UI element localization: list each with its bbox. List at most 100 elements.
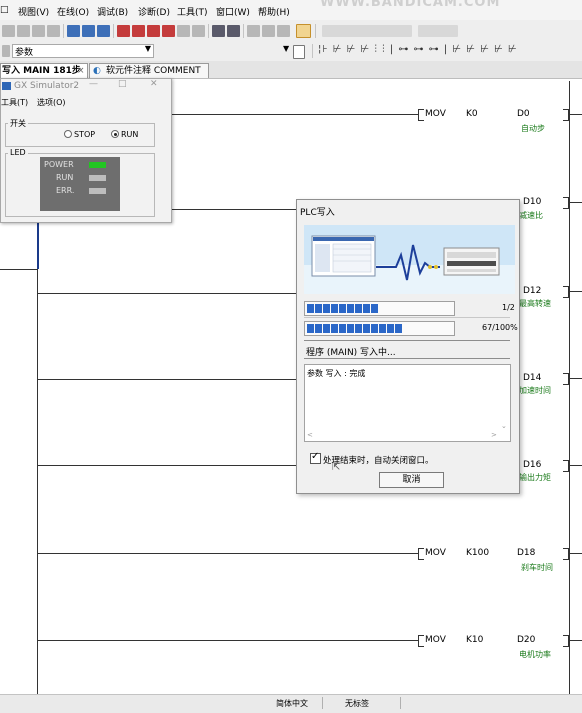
minimize-icon[interactable]: — — [89, 79, 98, 89]
ladder-symbol-buttons[interactable]: ¦⊦ ⊬ ⊬ ⊬ ⫶ ⫶ | ⊶ ⊶ ⊶ | ⊬ ⊬ ⊬ ⊬ ⊬ — [318, 44, 518, 55]
close-icon[interactable]: × — [77, 64, 85, 78]
rung-wire — [568, 114, 582, 115]
toolbar-disabled-group — [418, 25, 458, 37]
led-run-label: RUN — [56, 173, 74, 182]
rung-destination[interactable]: D20 — [517, 635, 535, 645]
menu-debug[interactable]: 调试(B) — [97, 5, 128, 18]
toolbar-separator — [243, 24, 244, 38]
toolbar-separator — [63, 24, 64, 38]
simulator-menu-options[interactable]: 选项(O) — [37, 97, 66, 108]
rung-destination[interactable]: D0 — [517, 109, 530, 119]
close-icon[interactable]: ✕ — [150, 79, 158, 89]
device-batch-icon[interactable] — [162, 25, 175, 37]
rung-wire — [37, 640, 418, 641]
maximize-icon[interactable]: □ — [118, 79, 127, 89]
rung-source[interactable]: K100 — [466, 548, 489, 558]
redo-icon[interactable] — [47, 25, 60, 37]
simulator-menu-tools[interactable]: 工具(T) — [1, 97, 28, 108]
instruction-bracket-right — [563, 109, 569, 121]
instruction-bracket-left — [418, 548, 424, 560]
comment-icon: ◐ — [93, 66, 101, 76]
run-radio[interactable] — [111, 130, 119, 138]
monitor-write-icon[interactable] — [132, 25, 145, 37]
undo-icon[interactable] — [32, 25, 45, 37]
entry-device-icon[interactable] — [177, 25, 190, 37]
stop-radio[interactable] — [64, 130, 72, 138]
monitor-icon[interactable] — [117, 25, 130, 37]
led-power-label: POWER — [44, 160, 74, 169]
rung-instruction[interactable]: MOV — [425, 635, 446, 645]
write-plc-icon[interactable] — [82, 25, 95, 37]
menu-item[interactable]: □ — [0, 5, 9, 15]
toolbar-separator — [315, 24, 316, 38]
replace-icon[interactable] — [262, 25, 275, 37]
progress-segment — [331, 324, 338, 333]
simulator-title: GX Simulator2 — [14, 81, 80, 91]
progress-segment — [355, 304, 362, 313]
monitor-stop-icon[interactable] — [147, 25, 160, 37]
menu-tools[interactable]: 工具(T) — [177, 5, 208, 18]
percent-progress-text: 67/100% — [482, 323, 518, 332]
gx-simulator-window: GX Simulator2 — □ ✕ 工具(T) 选项(O) 开关 STOP … — [0, 78, 172, 223]
led-panel: POWER RUN ERR. — [40, 157, 120, 211]
rung-wire — [568, 202, 582, 203]
rung-wire — [170, 209, 296, 210]
rung-wire — [568, 291, 582, 292]
rung-instruction[interactable]: MOV — [425, 109, 446, 119]
scroll-left-icon[interactable]: < — [307, 431, 313, 439]
power-led — [89, 162, 106, 168]
copy-icon[interactable] — [2, 25, 15, 37]
err-led — [89, 188, 106, 194]
device-comment: 加速时间 — [519, 386, 551, 395]
status-bar: 简体中文 无标签 — [0, 694, 582, 713]
verify-plc-icon[interactable] — [97, 25, 110, 37]
menu-help[interactable]: 帮助(H) — [258, 5, 290, 18]
tab-comment[interactable]: ◐ 软元件注释 COMMENT — [89, 63, 209, 78]
device-comment: 输出力矩 — [519, 473, 551, 482]
menu-view[interactable]: 视图(V) — [18, 5, 49, 18]
progress-segment — [363, 304, 370, 313]
rung-wire — [170, 114, 418, 115]
paste-icon[interactable] — [17, 25, 30, 37]
menu-diagnostics[interactable]: 诊断(D) — [138, 5, 170, 18]
rung-instruction[interactable]: MOV — [425, 548, 446, 558]
divider — [304, 317, 510, 318]
auto-close-checkbox[interactable]: ✓ — [310, 451, 321, 464]
instruction-bracket-right — [563, 286, 569, 298]
instruction-bracket-right — [563, 548, 569, 560]
rung-source[interactable]: K0 — [466, 109, 478, 119]
rung-destination[interactable]: D18 — [517, 548, 535, 558]
toolbar-disabled-group — [322, 25, 412, 37]
chevron-down-icon[interactable]: ▼ — [145, 44, 151, 53]
cancel-button[interactable]: 取消 — [379, 472, 444, 488]
menu-online[interactable]: 在线(O) — [57, 5, 89, 18]
progress-segment — [339, 304, 346, 313]
buffer-memory-icon[interactable] — [192, 25, 205, 37]
rung-destination[interactable]: D12 — [523, 286, 541, 296]
menu-window[interactable]: 窗口(W) — [216, 5, 250, 18]
parameter-combo[interactable]: 参数 ▼ — [12, 44, 154, 58]
led-err-label: ERR. — [56, 186, 75, 195]
menu-bar: □ 视图(V) 在线(O) 调试(B) 诊断(D) 工具(T) 窗口(W) 帮助… — [0, 0, 582, 20]
rung-destination[interactable]: D16 — [523, 460, 541, 470]
cross-reference-icon[interactable] — [277, 25, 290, 37]
convert-all-icon[interactable] — [227, 25, 240, 37]
rung-destination[interactable]: D10 — [523, 197, 541, 207]
rung-wire — [37, 379, 296, 380]
scroll-right-icon[interactable]: > — [491, 431, 497, 439]
log-area[interactable]: 参数 写入 : 完成 < > ⌄ — [304, 364, 511, 442]
find-icon[interactable] — [247, 25, 260, 37]
progress-segment — [307, 304, 314, 313]
convert-icon[interactable] — [212, 25, 225, 37]
read-plc-icon[interactable] — [67, 25, 80, 37]
rung-destination[interactable]: D14 — [523, 373, 541, 383]
rung-wire — [37, 553, 418, 554]
page-icon[interactable] — [293, 45, 305, 59]
chevron-down-icon[interactable]: ▼ — [283, 44, 289, 53]
simulator-titlebar[interactable]: GX Simulator2 — □ ✕ — [1, 79, 171, 94]
scroll-down-icon[interactable]: ⌄ — [501, 422, 507, 430]
rung-source[interactable]: K10 — [466, 635, 483, 645]
instruction-bracket-right — [563, 197, 569, 209]
tab-main[interactable]: 写入 MAIN 181步 × — [0, 63, 88, 78]
simulation-icon[interactable] — [296, 24, 311, 38]
